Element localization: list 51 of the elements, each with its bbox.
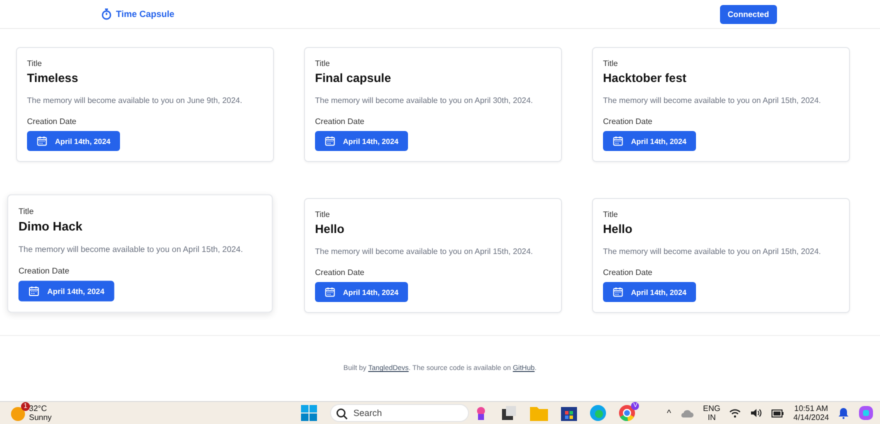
sun-icon[interactable] <box>10 405 26 421</box>
capsule-title: Hello <box>315 222 344 236</box>
availability-message: The memory will become available to you on June 9th, 2024. <box>27 96 242 105</box>
wifi-icon[interactable] <box>729 408 742 418</box>
stopwatch-icon <box>101 8 112 20</box>
availability-message: The memory will become available to you on April 15th, 2024. <box>603 96 821 105</box>
bell-icon[interactable] <box>838 407 849 419</box>
store-icon[interactable] <box>561 405 578 421</box>
creation-date-label: Creation Date <box>603 117 652 126</box>
creation-date-label: Creation Date <box>315 268 364 277</box>
availability-message: The memory will become available to you on April 30th, 2024. <box>315 96 533 105</box>
calendar-icon <box>325 136 335 146</box>
title-label: Title <box>27 59 42 68</box>
availability-message: The memory will become available to you on April 15th, 2024. <box>603 247 821 256</box>
title-label: Title <box>603 210 618 219</box>
capsule-title: Hacktober fest <box>603 71 686 85</box>
capsule-title: Hello <box>603 222 632 236</box>
creation-date-label: Creation Date <box>27 117 76 126</box>
calendar-icon <box>613 287 623 297</box>
window-stack-icon[interactable] <box>501 405 518 421</box>
clock-time[interactable]: 10:51 AM <box>794 404 828 413</box>
speaker-icon[interactable] <box>750 408 762 418</box>
clock-date[interactable]: 4/14/2024 <box>793 413 829 422</box>
title-label: Title <box>18 206 34 216</box>
connected-button[interactable]: Connected <box>720 4 777 24</box>
show-hidden-icons-button[interactable]: ^ <box>666 408 672 418</box>
creation-date-label: Creation Date <box>315 117 364 126</box>
calendar-icon <box>37 136 47 146</box>
availability-message: The memory will become available to you on April 15th, 2024. <box>315 247 533 256</box>
title-label: Title <box>315 210 330 219</box>
capsule-title: Dimo Hack <box>18 219 82 234</box>
availability-message: The memory will become available to you on April 15th, 2024. <box>18 244 243 254</box>
taskbar-search-field[interactable]: Search <box>330 404 470 422</box>
temperature: 32°C <box>29 404 48 413</box>
capsule-title: Timeless <box>27 71 78 85</box>
language-indicator[interactable]: ENG <box>703 404 720 413</box>
calendar-icon <box>28 286 40 296</box>
title-label: Title <box>603 59 618 68</box>
title-label: Title <box>315 59 330 68</box>
brand-name[interactable]: Time Capsule <box>116 9 174 19</box>
calendar-icon <box>325 287 335 297</box>
capsule-title: Final capsule <box>315 71 392 85</box>
calendar-icon <box>613 136 623 146</box>
copilot-icon[interactable] <box>858 405 874 421</box>
windows-start-icon[interactable] <box>301 405 318 421</box>
creation-date-label: Creation Date <box>18 266 70 276</box>
region-indicator[interactable]: IN <box>708 413 716 422</box>
creation-date-label: Creation Date <box>603 268 652 277</box>
chrome-icon[interactable] <box>619 405 636 421</box>
weather-condition: Sunny <box>29 413 52 422</box>
battery-icon[interactable] <box>771 408 784 418</box>
